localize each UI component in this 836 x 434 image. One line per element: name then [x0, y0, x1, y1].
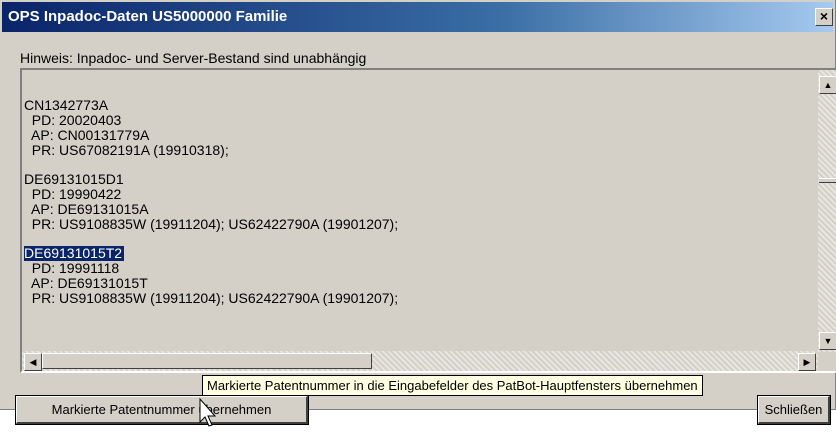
patent-number-selected[interactable]: DE69131015T2: [24, 246, 125, 261]
publication-date: PD: 20020403: [31, 112, 122, 128]
application-number: AP: DE69131015A: [31, 201, 149, 217]
vertical-scrollbar[interactable]: ▲ ▼: [818, 70, 836, 352]
publication-date: PD: 19990422: [31, 186, 122, 202]
transfer-patent-number-button[interactable]: Markierte Patentnummer übernehmen: [15, 395, 309, 425]
priority-info: PR: US67082191A (19910318);: [31, 142, 229, 158]
scroll-left-arrow-icon[interactable]: ◀: [24, 353, 42, 371]
publication-date: PD: 19991118: [31, 260, 120, 276]
family-list[interactable]: CN1342773A PD: 20020403 AP: CN00131779A …: [20, 68, 836, 373]
scroll-right-arrow-icon[interactable]: ▶: [798, 353, 816, 371]
patent-number[interactable]: CN1342773A: [24, 98, 398, 113]
application-number: AP: DE69131015T: [31, 275, 148, 291]
tooltip: Markierte Patentnummer in die Eingabefel…: [202, 375, 703, 396]
close-window-button[interactable]: ×: [815, 8, 833, 26]
list-item-selected[interactable]: DE69131015T2 PD: 19991118 AP: DE69131015…: [24, 246, 398, 306]
close-icon: ×: [819, 8, 829, 24]
horizontal-scrollbar[interactable]: ◀ ▶: [22, 351, 818, 371]
priority-info: PR: US9108835W (19911204); US62422790A (…: [31, 290, 399, 306]
horizontal-scroll-thumb[interactable]: [42, 353, 372, 369]
patent-number[interactable]: DE69131015D1: [24, 172, 398, 187]
mouse-pointer-icon: [199, 398, 217, 427]
dialog-window: OPS Inpadoc-Daten US5000000 Familie × Hi…: [0, 0, 836, 427]
close-button[interactable]: Schließen: [757, 395, 831, 425]
hint-label: Hinweis: Inpadoc- und Server-Bestand sin…: [20, 50, 367, 66]
priority-info: PR: US9108835W (19911204); US62422790A (…: [31, 216, 399, 232]
scroll-down-arrow-icon[interactable]: ▼: [819, 332, 836, 350]
family-list-content: CN1342773A PD: 20020403 AP: CN00131779A …: [24, 98, 398, 320]
application-number: AP: CN00131779A: [31, 127, 150, 143]
vertical-scroll-thumb[interactable]: [819, 178, 836, 183]
scroll-up-arrow-icon[interactable]: ▲: [819, 76, 836, 94]
list-item[interactable]: DE69131015D1 PD: 19990422 AP: DE69131015…: [24, 172, 398, 232]
title-bar[interactable]: OPS Inpadoc-Daten US5000000 Familie ×: [2, 2, 833, 32]
window-title: OPS Inpadoc-Daten US5000000 Familie: [8, 8, 288, 25]
list-item[interactable]: CN1342773A PD: 20020403 AP: CN00131779A …: [24, 98, 398, 158]
